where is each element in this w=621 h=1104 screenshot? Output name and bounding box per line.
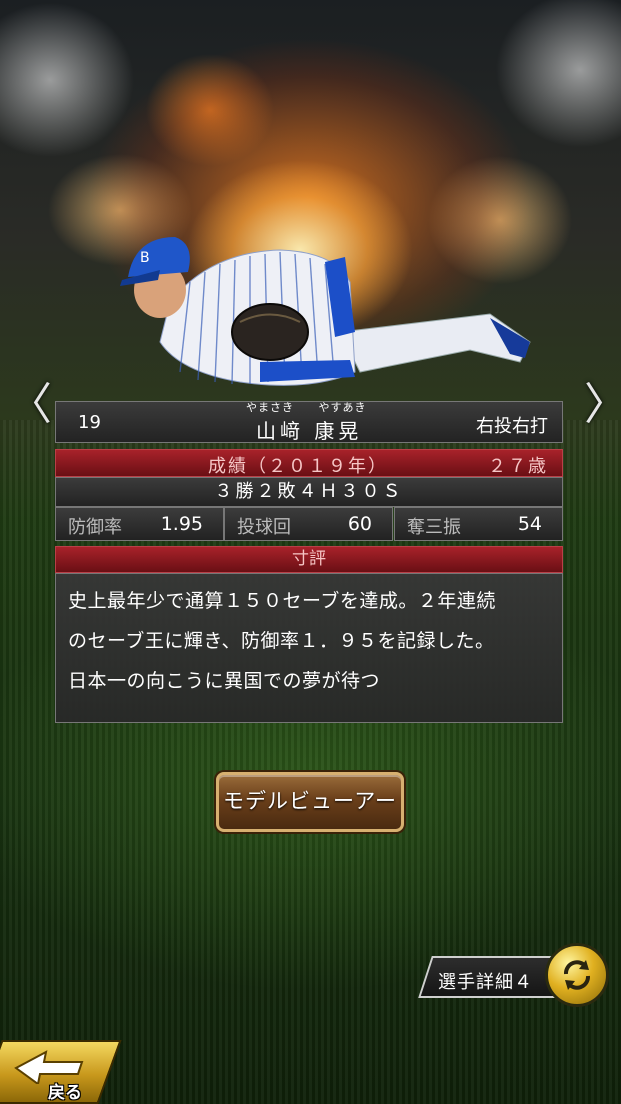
record-title: 成績（２０１９年） (208, 456, 388, 477)
stat-value: 60 (347, 513, 372, 535)
review-header: 寸評 (55, 546, 563, 573)
ruby-family: やまさき (246, 401, 294, 414)
prev-player-button[interactable]: 〈 (8, 380, 52, 430)
stat-label: 奪三振 (407, 517, 461, 538)
chevron-left-icon: 〈 (8, 379, 52, 430)
player-name-panel: 19 やまさき やすあき 山﨑 康晃 右投右打 (55, 401, 563, 443)
review-line: のセーブ王に輝き、防御率１．９５を記録した。 (68, 630, 495, 652)
chevron-right-icon: 〉 (584, 379, 621, 430)
model-viewer-button[interactable]: モデルビューアー (216, 772, 404, 832)
uniform-number: 19 (78, 412, 101, 433)
player-detail-cycle-button[interactable] (545, 943, 609, 1007)
throws-bats: 右投右打 (476, 416, 548, 437)
stat-strikeouts: 奪三振 54 (394, 507, 563, 541)
svg-text:B: B (140, 250, 150, 266)
stats-row: 防御率 1.95 投球回 60 奪三振 54 (55, 507, 563, 541)
stat-era: 防御率 1.95 (55, 507, 224, 541)
back-label: 戻る (48, 1083, 82, 1103)
name-ruby: やまさき やすあき (246, 399, 426, 415)
record-summary: ３勝２敗４Ｈ３０Ｓ (55, 477, 563, 507)
record-header: 成績（２０１９年） ２７歳 (55, 449, 563, 477)
cycle-arrows-icon (564, 960, 590, 990)
review-line: 史上最年少で通算１５０セーブを達成。２年連続 (68, 590, 496, 612)
player-name: 山﨑 康晃 (256, 419, 363, 443)
player-card-screen: B 〈 〉 19 やまさき やすあき 山﨑 康晃 右投右打 成績（２０１９年） … (0, 0, 621, 1104)
stat-label: 投球回 (237, 517, 291, 538)
pitcher-illustration: B (120, 237, 531, 386)
stat-value: 54 (517, 513, 542, 535)
player-detail-label: 選手詳細４ (438, 972, 533, 993)
stat-label: 防御率 (68, 517, 122, 538)
stat-innings: 投球回 60 (224, 507, 393, 541)
review-body: 史上最年少で通算１５０セーブを達成。２年連続 のセーブ王に輝き、防御率１．９５を… (55, 573, 563, 723)
ruby-given: やすあき (318, 401, 367, 414)
player-age: ２７歳 (488, 456, 548, 477)
next-player-button[interactable]: 〉 (584, 380, 621, 430)
review-line: 日本一の向こうに異国での夢が待つ (68, 670, 381, 692)
stat-value: 1.95 (160, 513, 203, 535)
